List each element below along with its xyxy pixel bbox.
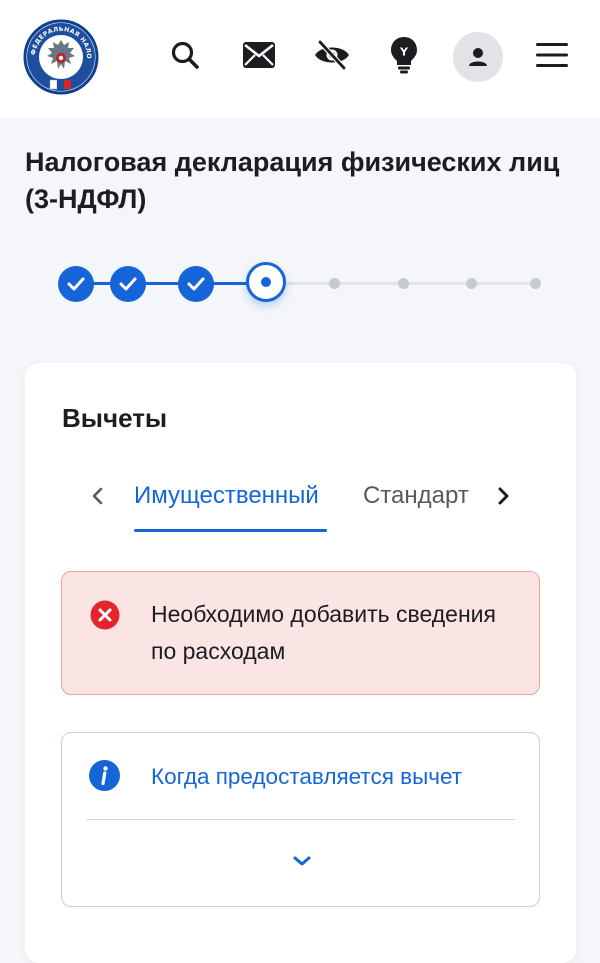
deduction-tabs: Имущественный Стандартные <box>25 468 576 538</box>
profile-button[interactable] <box>453 32 503 82</box>
step-2-completed[interactable] <box>110 266 146 302</box>
tabs-prev-button[interactable] <box>83 480 111 512</box>
chevron-down-icon <box>293 856 311 866</box>
step-5-pending <box>329 278 340 289</box>
check-icon <box>119 277 137 291</box>
menu-icon <box>536 43 568 67</box>
lightbulb-letter: Y <box>399 46 409 59</box>
user-icon <box>469 48 487 66</box>
app-header: ФЕДЕРАЛЬНАЯ НАЛОГОВАЯ СЛУЖБА <box>0 0 600 118</box>
step-6-pending <box>398 278 409 289</box>
current-step-dot <box>261 277 271 287</box>
chevron-left-icon <box>92 487 103 505</box>
progress-stepper <box>0 258 600 310</box>
deduction-info-link[interactable]: Когда предоставляется вычет <box>151 761 462 793</box>
tab-property[interactable]: Имущественный <box>134 480 319 512</box>
page-title: Налоговая декларация физических лиц (3-Н… <box>25 147 560 214</box>
error-message: Необходимо добавить сведения по расходам <box>151 601 496 664</box>
fns-emblem-icon: ФЕДЕРАЛЬНАЯ НАЛОГОВАЯ СЛУЖБА <box>18 13 99 95</box>
active-tab-indicator <box>134 529 327 532</box>
step-7-pending <box>466 278 477 289</box>
search-icon <box>171 41 199 69</box>
error-icon <box>90 600 120 630</box>
fns-logo[interactable]: ФЕДЕРАЛЬНАЯ НАЛОГОВАЯ СЛУЖБА <box>18 13 100 96</box>
step-3-completed[interactable] <box>178 266 214 302</box>
mail-button[interactable] <box>236 32 282 78</box>
stepper-line-completed <box>76 282 266 285</box>
step-4-current[interactable] <box>246 262 286 302</box>
accessibility-button[interactable] <box>309 32 355 78</box>
info-panel: Когда предоставляется вычет <box>61 732 540 907</box>
step-1-completed[interactable] <box>58 266 94 302</box>
mail-icon <box>243 42 275 68</box>
lightbulb-icon: Y <box>391 37 417 74</box>
chevron-right-icon <box>498 487 509 505</box>
deductions-card: Вычеты Имущественный Стандартные Необход… <box>25 363 576 963</box>
hints-button[interactable]: Y <box>381 32 427 78</box>
search-button[interactable] <box>162 32 208 78</box>
menu-button[interactable] <box>529 32 575 78</box>
info-divider <box>86 819 515 820</box>
card-title: Вычеты <box>62 403 168 433</box>
error-alert: Необходимо добавить сведения по расходам <box>61 571 540 695</box>
expand-button[interactable] <box>286 849 318 873</box>
step-8-pending <box>530 278 541 289</box>
check-icon <box>67 277 85 291</box>
info-icon <box>89 760 120 791</box>
tab-standard[interactable]: Стандартные <box>363 480 469 512</box>
check-icon <box>187 277 205 291</box>
accessibility-eye-icon <box>315 40 349 70</box>
tabs-next-button[interactable] <box>490 480 518 512</box>
